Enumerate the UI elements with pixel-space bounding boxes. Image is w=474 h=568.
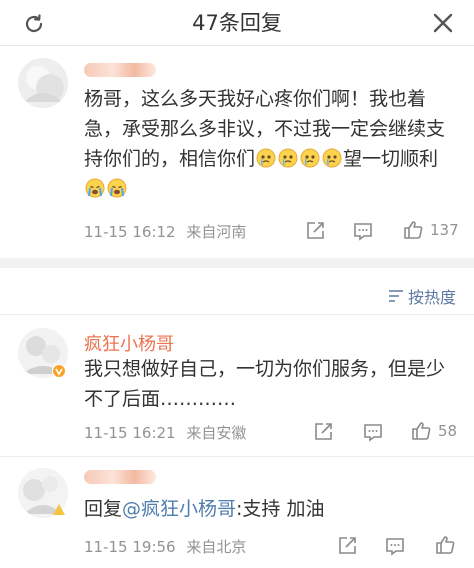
sad-face-icon [300, 147, 320, 168]
share-icon[interactable] [336, 535, 358, 557]
share-icon[interactable] [312, 421, 334, 443]
badge-icon [53, 504, 65, 515]
top-bar: 47条回复 [0, 0, 474, 46]
like-icon[interactable] [402, 219, 424, 241]
like-icon[interactable] [434, 534, 456, 556]
reply-location: 来自安徽 [186, 424, 247, 442]
comment-icon[interactable] [384, 535, 406, 557]
reply-time: 11-15 16:21 [84, 424, 176, 442]
reply-text: 回复@疯狂小杨哥:支持 加油 [84, 494, 456, 524]
like-icon[interactable] [410, 420, 432, 442]
sad-face-icon [322, 147, 342, 168]
like-count: 58 [438, 422, 458, 440]
comment-meta: 11-15 16:12 来自河南 [84, 221, 246, 242]
separator [0, 314, 474, 315]
close-icon[interactable] [430, 10, 456, 36]
like-count: 137 [430, 221, 459, 239]
commenter-name[interactable] [84, 470, 156, 484]
comment-icon[interactable] [362, 421, 384, 443]
avatar[interactable] [18, 58, 68, 108]
commenter-name[interactable]: 疯狂小杨哥 [84, 330, 174, 356]
section-divider [0, 258, 474, 268]
sad-face-icon [256, 147, 276, 168]
reply-body: :支持 加油 [236, 498, 325, 520]
reply-prefix: 回复 [84, 498, 123, 520]
reply-location: 来自北京 [186, 538, 247, 556]
share-icon[interactable] [304, 220, 326, 242]
commenter-name[interactable] [84, 63, 156, 77]
sort-icon [388, 290, 403, 302]
reply-time: 11-15 19:56 [84, 538, 176, 556]
sad-face-icon [278, 147, 298, 168]
comment-text-part: 望一切顺利 [343, 148, 439, 170]
reply-meta: 11-15 16:21 来自安徽 [84, 422, 246, 443]
separator [0, 456, 474, 457]
crying-face-icon [85, 177, 105, 198]
comment-text: 杨哥，这么多天我好心疼你们啊！我也着急，承受那么多非议，不过我一定会继续支持你们… [84, 84, 456, 204]
page-title: 47条回复 [192, 11, 282, 35]
sort-toggle[interactable]: 按热度 [388, 284, 456, 308]
crying-face-icon [107, 177, 127, 198]
comment-time: 11-15 16:12 [84, 223, 176, 241]
verified-badge-icon [52, 364, 66, 378]
sort-label: 按热度 [407, 288, 456, 307]
comment-icon[interactable] [352, 220, 374, 242]
reply-text: 我只想做好自己，一切为你们服务，但是少不了后面………… [84, 358, 446, 410]
comment-location: 来自河南 [186, 223, 247, 241]
reply-meta: 11-15 19:56 来自北京 [84, 536, 246, 557]
mention-link[interactable]: @疯狂小杨哥 [122, 498, 236, 520]
